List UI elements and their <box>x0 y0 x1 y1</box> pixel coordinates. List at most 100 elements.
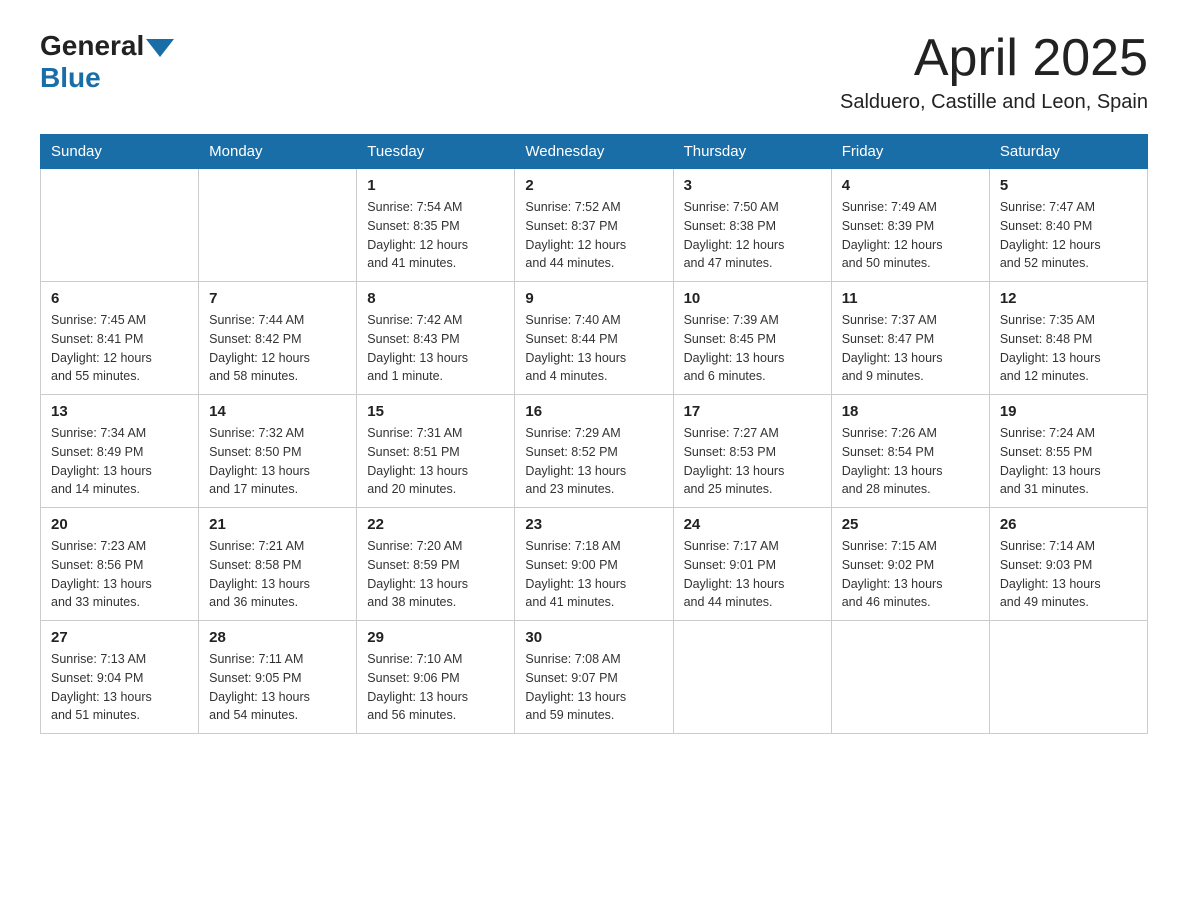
day-number: 30 <box>525 629 662 646</box>
day-info: Sunrise: 7:29 AMSunset: 8:52 PMDaylight:… <box>525 424 662 499</box>
calendar-cell: 26 Sunrise: 7:14 AMSunset: 9:03 PMDayligh… <box>989 508 1147 621</box>
calendar-week-3: 13Sunrise: 7:34 AMSunset: 8:49 PMDayligh… <box>41 395 1148 508</box>
logo-blue-text: Blue <box>40 62 101 93</box>
day-number: 5 <box>1000 177 1137 194</box>
day-number: 15 <box>367 403 504 420</box>
title-block: April 2025 Salduero, Castille and Leon, … <box>840 30 1148 114</box>
calendar-cell <box>41 169 199 282</box>
day-info: Sunrise: 7:49 AMSunset: 8:39 PMDaylight:… <box>842 198 979 273</box>
weekday-header-thursday: Thursday <box>673 135 831 169</box>
day-number: 23 <box>525 516 662 533</box>
calendar-week-2: 6 Sunrise: 7:45 AMSunset: 8:41 PMDaylight… <box>41 282 1148 395</box>
day-number: 9 <box>525 290 662 307</box>
day-number: 11 <box>842 290 979 307</box>
day-number: 22 <box>367 516 504 533</box>
logo-arrow-icon <box>146 39 174 57</box>
calendar-cell <box>673 621 831 734</box>
day-number: 28 <box>209 629 346 646</box>
weekday-header-saturday: Saturday <box>989 135 1147 169</box>
day-number: 27 <box>51 629 188 646</box>
day-info: Sunrise: 7:11 AMSunset: 9:05 PMDaylight:… <box>209 650 346 725</box>
calendar-cell: 25 Sunrise: 7:15 AMSunset: 9:02 PMDayligh… <box>831 508 989 621</box>
calendar-cell: 19Sunrise: 7:24 AMSunset: 8:55 PMDayligh… <box>989 395 1147 508</box>
calendar-week-5: 27Sunrise: 7:13 AMSunset: 9:04 PMDayligh… <box>41 621 1148 734</box>
day-info: Sunrise: 7:08 AMSunset: 9:07 PMDaylight:… <box>525 650 662 725</box>
day-info: Sunrise: 7:27 AMSunset: 8:53 PMDaylight:… <box>684 424 821 499</box>
day-number: 6 <box>51 290 188 307</box>
day-info: Sunrise: 7:23 AMSunset: 8:56 PMDaylight:… <box>51 537 188 612</box>
calendar-cell: 21 Sunrise: 7:21 AMSunset: 8:58 PMDayligh… <box>199 508 357 621</box>
day-info: Sunrise: 7:52 AMSunset: 8:37 PMDaylight:… <box>525 198 662 273</box>
calendar-cell: 27Sunrise: 7:13 AMSunset: 9:04 PMDayligh… <box>41 621 199 734</box>
day-number: 12 <box>1000 290 1137 307</box>
day-info: Sunrise: 7:39 AMSunset: 8:45 PMDaylight:… <box>684 311 821 386</box>
calendar-cell: 11 Sunrise: 7:37 AMSunset: 8:47 PMDayligh… <box>831 282 989 395</box>
day-info: Sunrise: 7:21 AMSunset: 8:58 PMDaylight:… <box>209 537 346 612</box>
calendar-cell: 16 Sunrise: 7:29 AMSunset: 8:52 PMDayligh… <box>515 395 673 508</box>
calendar-cell: 18 Sunrise: 7:26 AMSunset: 8:54 PMDayligh… <box>831 395 989 508</box>
day-info: Sunrise: 7:37 AMSunset: 8:47 PMDaylight:… <box>842 311 979 386</box>
calendar-cell: 20Sunrise: 7:23 AMSunset: 8:56 PMDayligh… <box>41 508 199 621</box>
day-number: 1 <box>367 177 504 194</box>
day-info: Sunrise: 7:17 AMSunset: 9:01 PMDaylight:… <box>684 537 821 612</box>
location-text: Salduero, Castille and Leon, Spain <box>840 91 1148 114</box>
day-info: Sunrise: 7:54 AMSunset: 8:35 PMDaylight:… <box>367 198 504 273</box>
calendar-cell: 1 Sunrise: 7:54 AMSunset: 8:35 PMDaylight… <box>357 169 515 282</box>
calendar-week-4: 20Sunrise: 7:23 AMSunset: 8:56 PMDayligh… <box>41 508 1148 621</box>
calendar-cell: 5 Sunrise: 7:47 AMSunset: 8:40 PMDaylight… <box>989 169 1147 282</box>
weekday-header-friday: Friday <box>831 135 989 169</box>
day-number: 7 <box>209 290 346 307</box>
calendar-week-1: 1 Sunrise: 7:54 AMSunset: 8:35 PMDaylight… <box>41 169 1148 282</box>
day-info: Sunrise: 7:42 AMSunset: 8:43 PMDaylight:… <box>367 311 504 386</box>
day-info: Sunrise: 7:40 AMSunset: 8:44 PMDaylight:… <box>525 311 662 386</box>
calendar-cell <box>199 169 357 282</box>
calendar-cell: 7 Sunrise: 7:44 AMSunset: 8:42 PMDaylight… <box>199 282 357 395</box>
day-number: 25 <box>842 516 979 533</box>
calendar-cell: 13Sunrise: 7:34 AMSunset: 8:49 PMDayligh… <box>41 395 199 508</box>
month-title: April 2025 <box>840 30 1148 87</box>
calendar-header-row: SundayMondayTuesdayWednesdayThursdayFrid… <box>41 135 1148 169</box>
calendar-cell: 17 Sunrise: 7:27 AMSunset: 8:53 PMDayligh… <box>673 395 831 508</box>
day-info: Sunrise: 7:34 AMSunset: 8:49 PMDaylight:… <box>51 424 188 499</box>
day-info: Sunrise: 7:31 AMSunset: 8:51 PMDaylight:… <box>367 424 504 499</box>
calendar-cell: 12Sunrise: 7:35 AMSunset: 8:48 PMDayligh… <box>989 282 1147 395</box>
calendar-cell: 4 Sunrise: 7:49 AMSunset: 8:39 PMDaylight… <box>831 169 989 282</box>
day-number: 17 <box>684 403 821 420</box>
day-number: 8 <box>367 290 504 307</box>
day-number: 16 <box>525 403 662 420</box>
day-info: Sunrise: 7:45 AMSunset: 8:41 PMDaylight:… <box>51 311 188 386</box>
day-info: Sunrise: 7:32 AMSunset: 8:50 PMDaylight:… <box>209 424 346 499</box>
calendar-cell: 23Sunrise: 7:18 AMSunset: 9:00 PMDayligh… <box>515 508 673 621</box>
day-info: Sunrise: 7:14 AMSunset: 9:03 PMDaylight:… <box>1000 537 1137 612</box>
day-number: 24 <box>684 516 821 533</box>
logo: General Blue <box>40 30 176 94</box>
calendar-cell: 24 Sunrise: 7:17 AMSunset: 9:01 PMDayligh… <box>673 508 831 621</box>
calendar-cell <box>989 621 1147 734</box>
calendar-table: SundayMondayTuesdayWednesdayThursdayFrid… <box>40 134 1148 734</box>
calendar-cell <box>831 621 989 734</box>
day-number: 18 <box>842 403 979 420</box>
day-info: Sunrise: 7:20 AMSunset: 8:59 PMDaylight:… <box>367 537 504 612</box>
day-info: Sunrise: 7:47 AMSunset: 8:40 PMDaylight:… <box>1000 198 1137 273</box>
day-info: Sunrise: 7:10 AMSunset: 9:06 PMDaylight:… <box>367 650 504 725</box>
day-number: 3 <box>684 177 821 194</box>
calendar-cell: 2 Sunrise: 7:52 AMSunset: 8:37 PMDaylight… <box>515 169 673 282</box>
day-number: 4 <box>842 177 979 194</box>
day-number: 26 <box>1000 516 1137 533</box>
calendar-cell: 14Sunrise: 7:32 AMSunset: 8:50 PMDayligh… <box>199 395 357 508</box>
day-info: Sunrise: 7:24 AMSunset: 8:55 PMDaylight:… <box>1000 424 1137 499</box>
day-info: Sunrise: 7:26 AMSunset: 8:54 PMDaylight:… <box>842 424 979 499</box>
calendar-cell: 9 Sunrise: 7:40 AMSunset: 8:44 PMDaylight… <box>515 282 673 395</box>
day-info: Sunrise: 7:50 AMSunset: 8:38 PMDaylight:… <box>684 198 821 273</box>
calendar-cell: 28 Sunrise: 7:11 AMSunset: 9:05 PMDayligh… <box>199 621 357 734</box>
day-number: 29 <box>367 629 504 646</box>
calendar-cell: 15 Sunrise: 7:31 AMSunset: 8:51 PMDayligh… <box>357 395 515 508</box>
weekday-header-wednesday: Wednesday <box>515 135 673 169</box>
day-number: 2 <box>525 177 662 194</box>
logo-general-text: General <box>40 30 144 62</box>
day-number: 21 <box>209 516 346 533</box>
calendar-cell: 8 Sunrise: 7:42 AMSunset: 8:43 PMDaylight… <box>357 282 515 395</box>
day-info: Sunrise: 7:44 AMSunset: 8:42 PMDaylight:… <box>209 311 346 386</box>
calendar-cell: 3 Sunrise: 7:50 AMSunset: 8:38 PMDaylight… <box>673 169 831 282</box>
day-info: Sunrise: 7:15 AMSunset: 9:02 PMDaylight:… <box>842 537 979 612</box>
